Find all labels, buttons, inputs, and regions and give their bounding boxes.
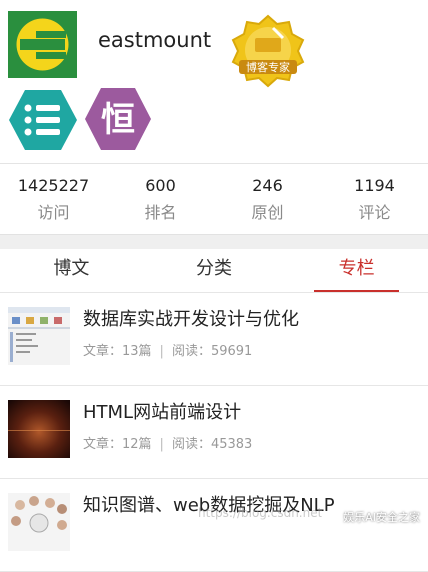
meta-separator: | bbox=[159, 344, 164, 359]
stat-label: 原创 bbox=[251, 203, 284, 222]
persistence-badge-icon: 恒 bbox=[84, 86, 152, 152]
stat-visits[interactable]: 1425227 访问 bbox=[0, 164, 107, 234]
stat-value: 1425227 bbox=[17, 176, 90, 195]
stat-value: 1194 bbox=[354, 176, 395, 195]
tab-categories[interactable]: 分类 bbox=[143, 249, 286, 292]
tab-columns[interactable]: 专栏 bbox=[285, 249, 428, 292]
thumbnail-image bbox=[8, 307, 70, 365]
wechat-watermark: 娱乐AI安全之家 bbox=[321, 509, 420, 525]
expert-badge-text: 博客专家 bbox=[246, 60, 290, 74]
stat-rank[interactable]: 600 排名 bbox=[107, 164, 214, 234]
list-badge-icon bbox=[8, 88, 78, 152]
article-meta: 文章：12篇 | 阅读：45383 bbox=[83, 433, 252, 452]
stat-label: 评论 bbox=[358, 203, 391, 222]
stats-bar: 1425227 访问 600 排名 246 原创 1194 评论 bbox=[0, 164, 428, 234]
article-meta: 文章：13篇 | 阅读：59691 bbox=[83, 340, 252, 359]
tab-blog-posts[interactable]: 博文 bbox=[0, 249, 143, 292]
stat-label: 访问 bbox=[37, 203, 70, 222]
username[interactable]: eastmount bbox=[98, 28, 211, 52]
article-title[interactable]: 数据库实战开发设计与优化 bbox=[83, 305, 299, 331]
stat-value: 600 bbox=[145, 176, 176, 195]
stat-original[interactable]: 246 原创 bbox=[214, 164, 321, 234]
stat-value: 246 bbox=[252, 176, 283, 195]
avatar[interactable] bbox=[8, 11, 77, 78]
list-item[interactable]: HTML网站前端设计 文章：12篇 | 阅读：45383 bbox=[0, 386, 428, 479]
watermark-text: https://blog.csdn.net bbox=[198, 506, 323, 520]
wechat-label: 娱乐AI安全之家 bbox=[343, 511, 420, 524]
thumbnail-image bbox=[8, 493, 70, 551]
article-count: 文章：12篇 bbox=[83, 437, 152, 452]
article-reads: 阅读：59691 bbox=[171, 344, 253, 359]
article-list: 数据库实战开发设计与优化 文章：13篇 | 阅读：59691 HTML网站前端设计 bbox=[0, 293, 428, 572]
article-reads: 阅读：45383 bbox=[171, 437, 253, 452]
section-gap bbox=[0, 234, 428, 249]
stat-comments[interactable]: 1194 评论 bbox=[321, 164, 428, 234]
profile-header: eastmount 博客专家 恒 bbox=[0, 0, 428, 162]
stat-label: 排名 bbox=[144, 203, 177, 222]
thumbnail-image bbox=[8, 400, 70, 458]
article-count: 文章：13篇 bbox=[83, 344, 152, 359]
meta-separator: | bbox=[159, 437, 164, 452]
wechat-icon bbox=[321, 511, 339, 523]
tab-bar: 博文 分类 专栏 bbox=[0, 249, 428, 293]
blog-expert-badge-icon: 博客专家 bbox=[229, 14, 307, 90]
list-item[interactable]: 知识图谱、web数据挖掘及NLP bbox=[0, 479, 428, 572]
heng-badge-text: 恒 bbox=[101, 100, 135, 140]
article-title[interactable]: HTML网站前端设计 bbox=[83, 398, 241, 424]
list-item[interactable]: 数据库实战开发设计与优化 文章：13篇 | 阅读：59691 bbox=[0, 293, 428, 386]
